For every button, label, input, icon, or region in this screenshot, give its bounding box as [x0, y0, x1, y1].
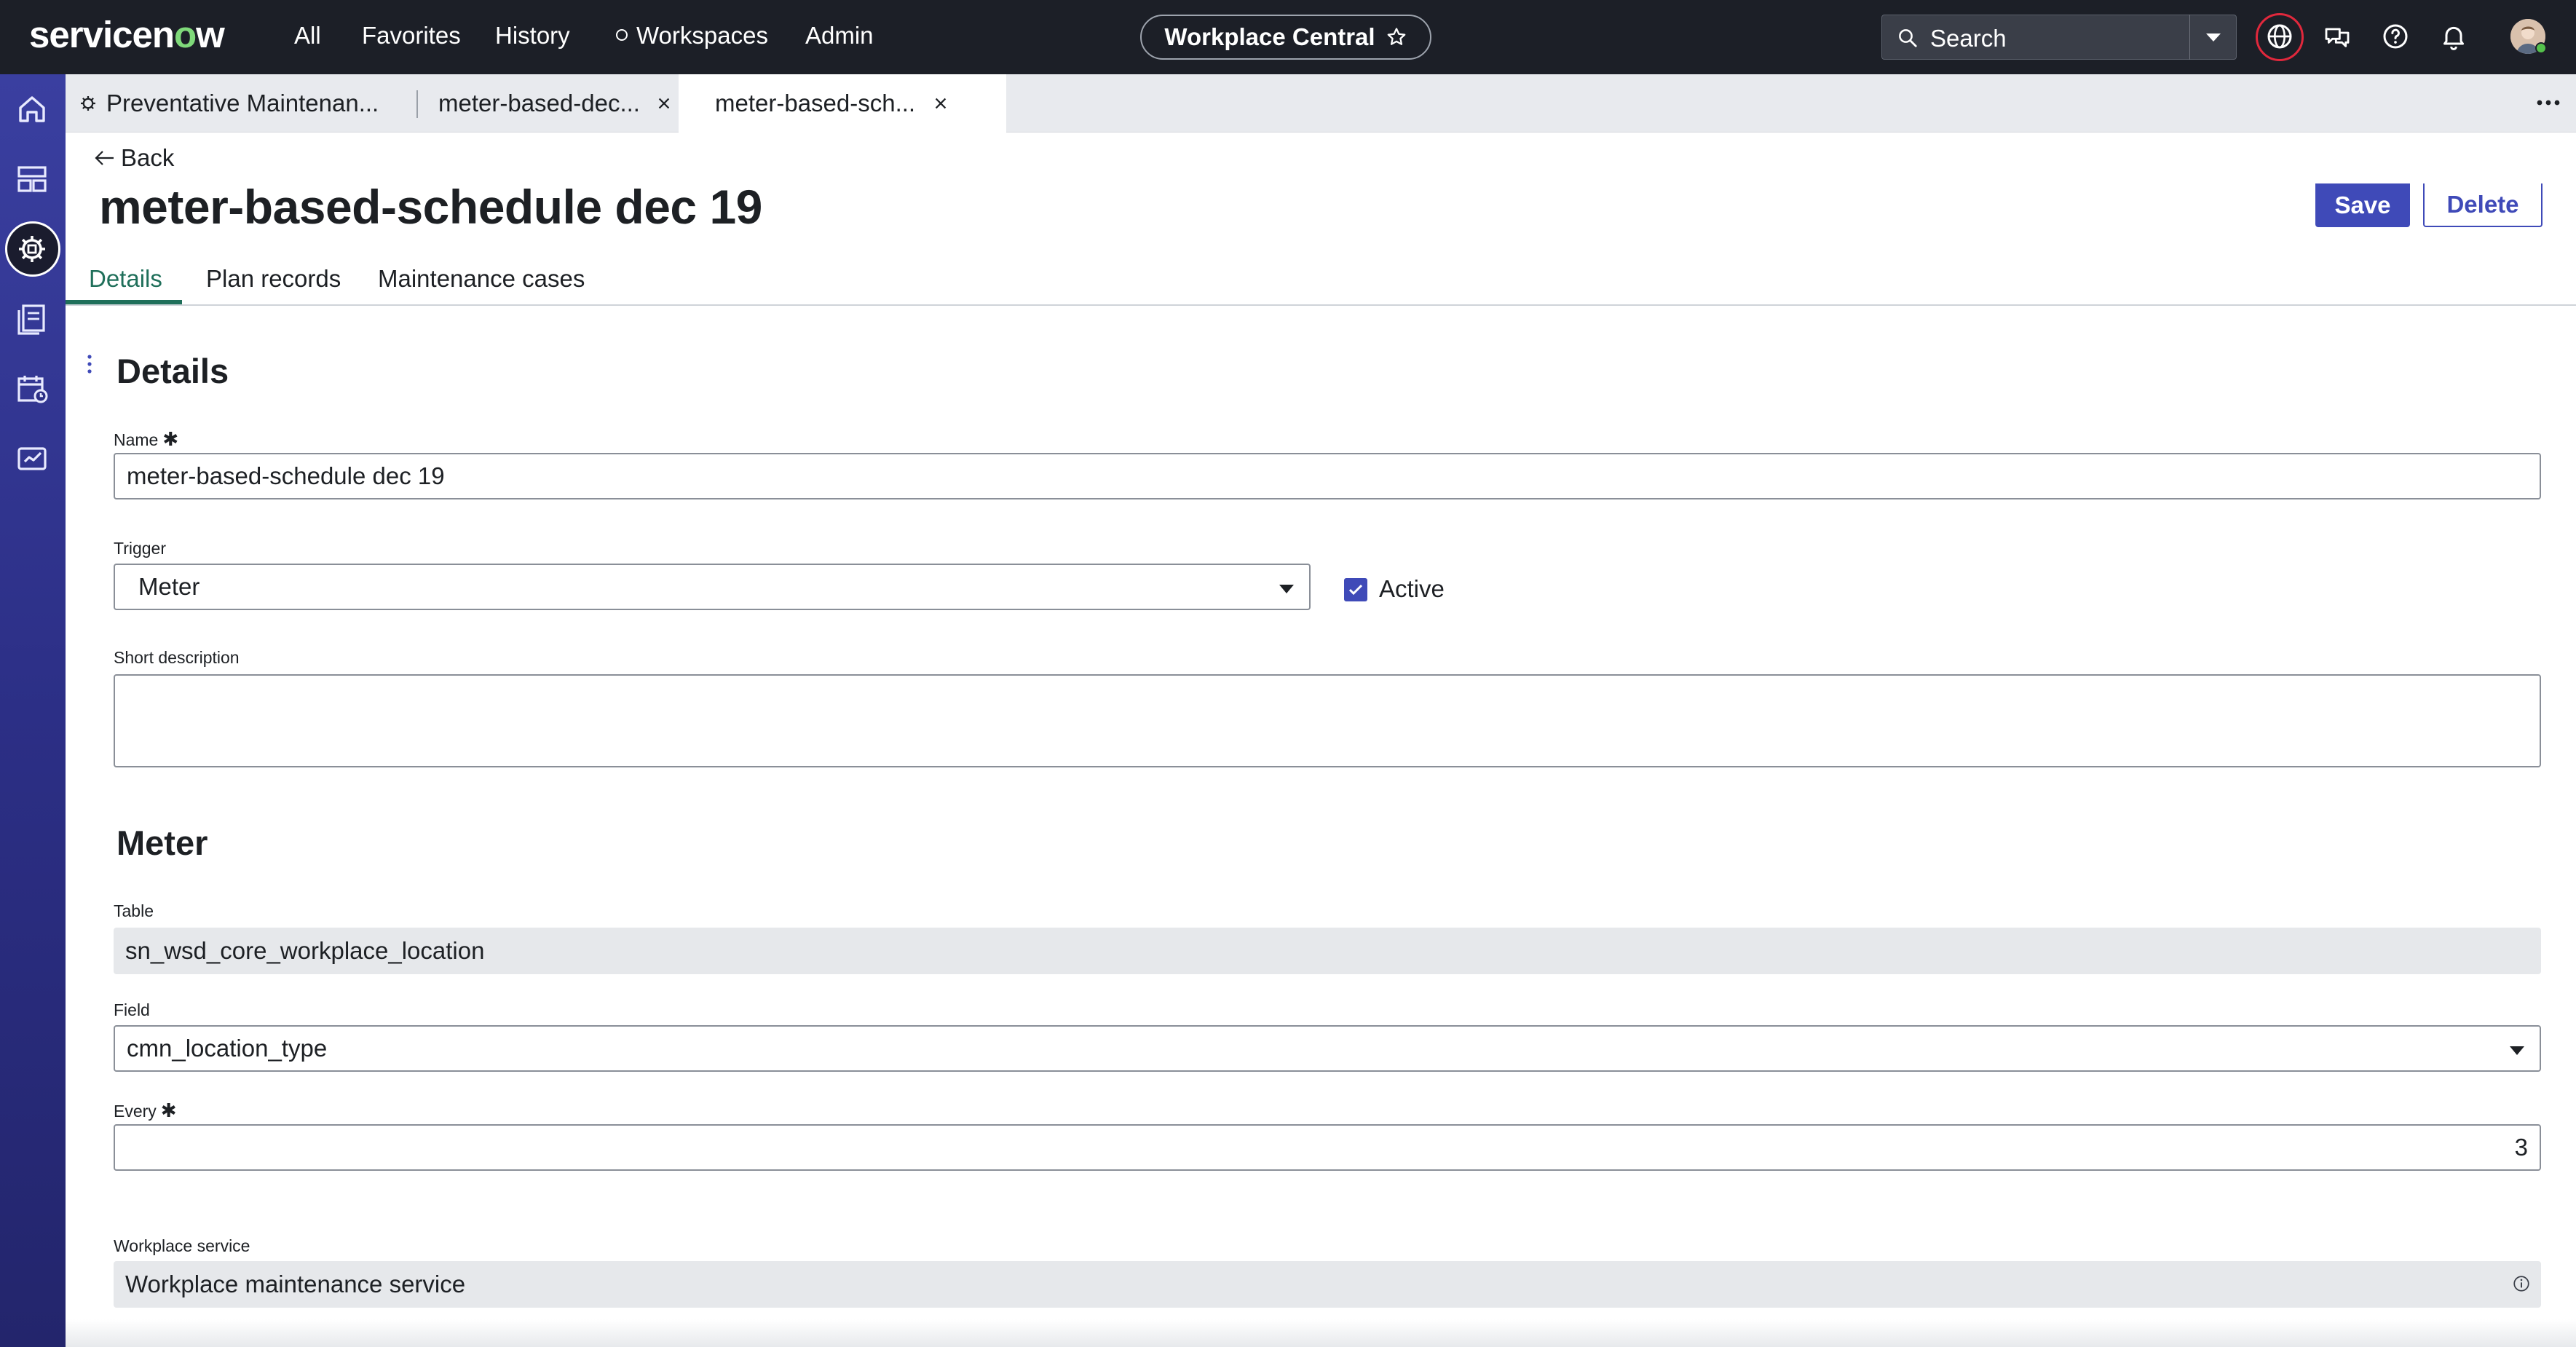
nav-admin[interactable]: Admin [805, 22, 874, 50]
name-field[interactable]: meter-based-schedule dec 19 [114, 453, 2541, 499]
active-label: Active [1379, 575, 1445, 602]
short-description-field[interactable] [114, 674, 2541, 767]
online-status-indicator [2535, 42, 2547, 54]
chevron-down-icon [2206, 33, 2221, 42]
trigger-selected-value: Meter [138, 573, 200, 600]
chevron-down-icon [1279, 585, 1294, 593]
records-icon[interactable] [15, 301, 50, 336]
search-scope-dropdown[interactable] [2189, 15, 2237, 60]
nav-all[interactable]: All [294, 22, 321, 50]
nav-favorites[interactable]: Favorites [362, 22, 461, 50]
active-tab-underline [66, 300, 182, 304]
record-subtabs: Details Plan records Maintenance cases [66, 255, 2576, 306]
section-menu-icon[interactable] [86, 354, 93, 376]
nav-workspaces[interactable]: Workspaces [616, 22, 768, 50]
tab-meter-based-sch[interactable]: meter-based-sch... [679, 74, 1006, 133]
details-heading: Details [116, 352, 229, 390]
workspace-list-icon[interactable] [15, 162, 50, 197]
checkmark-icon [1348, 584, 1363, 596]
save-button[interactable]: Save [2315, 183, 2410, 227]
help-icon[interactable] [2381, 22, 2410, 51]
table-field: sn_wsd_core_workplace_location [114, 928, 2541, 974]
bell-icon[interactable] [2439, 22, 2468, 51]
chat-icon[interactable] [2323, 22, 2352, 51]
servicenow-logo[interactable]: servicenow [29, 13, 225, 56]
back-link[interactable]: Back [93, 144, 174, 172]
short-description-label: Short description [114, 648, 240, 667]
trigger-label: Trigger [114, 539, 166, 558]
field-select[interactable]: cmn_location_type [114, 1025, 2541, 1072]
info-icon[interactable] [2512, 1274, 2531, 1293]
tab-maintenance-cases[interactable]: Maintenance cases [378, 265, 585, 293]
scroll-fade [66, 1319, 2576, 1347]
active-checkbox[interactable] [1344, 578, 1367, 601]
tab-separator [416, 90, 418, 118]
home-icon[interactable] [15, 92, 50, 127]
required-icon: ✱ [160, 1099, 177, 1121]
tab-preventative-maintenance[interactable]: Preventative Maintenan... [77, 74, 427, 133]
workplace-service-value: Workplace maintenance service [125, 1271, 466, 1297]
record-tab-strip: Preventative Maintenan... meter-based-de… [66, 74, 2576, 133]
field-selected-value: cmn_location_type [127, 1035, 328, 1062]
maintenance-icon[interactable] [15, 232, 50, 266]
field-label: Field [114, 1000, 150, 1019]
name-label: Name ✱ [114, 428, 179, 450]
global-search-input[interactable]: Search [1881, 15, 2237, 60]
close-icon[interactable] [656, 95, 672, 111]
meter-heading: Meter [116, 823, 208, 862]
page-title: meter-based-schedule dec 19 [99, 180, 762, 234]
delete-button[interactable]: Delete [2423, 183, 2543, 227]
workspaces-dot-icon [616, 29, 628, 42]
workplace-service-label: Workplace service [114, 1236, 250, 1255]
tab-plan-records[interactable]: Plan records [206, 265, 341, 293]
analytics-icon[interactable] [15, 441, 50, 476]
nav-history[interactable]: History [495, 22, 570, 50]
search-placeholder: Search [1930, 25, 2007, 52]
table-label: Table [114, 901, 154, 920]
tab-details[interactable]: Details [89, 265, 162, 293]
calendar-icon[interactable] [15, 371, 50, 406]
globe-icon[interactable] [2265, 22, 2294, 51]
required-icon: ✱ [162, 428, 179, 450]
close-icon[interactable] [933, 95, 949, 111]
trigger-select[interactable]: Meter [114, 564, 1311, 610]
arrow-left-icon [95, 151, 114, 165]
more-options-icon[interactable] [2534, 92, 2563, 114]
short-description-textarea[interactable] [127, 683, 2528, 759]
workspace-pill-label: Workplace Central [1164, 23, 1375, 50]
top-header: servicenow All Favorites History Workspa… [0, 0, 2576, 74]
chevron-down-icon [2510, 1046, 2524, 1055]
star-icon[interactable] [1386, 26, 1407, 48]
every-field[interactable]: 3 [114, 1124, 2541, 1171]
workplace-service-field: Workplace maintenance service [114, 1261, 2541, 1308]
maintenance-tab-icon [81, 96, 95, 111]
search-icon [1899, 29, 1917, 47]
workplace-central-pill[interactable]: Workplace Central [1140, 15, 1431, 60]
every-label: Every ✱ [114, 1099, 177, 1121]
